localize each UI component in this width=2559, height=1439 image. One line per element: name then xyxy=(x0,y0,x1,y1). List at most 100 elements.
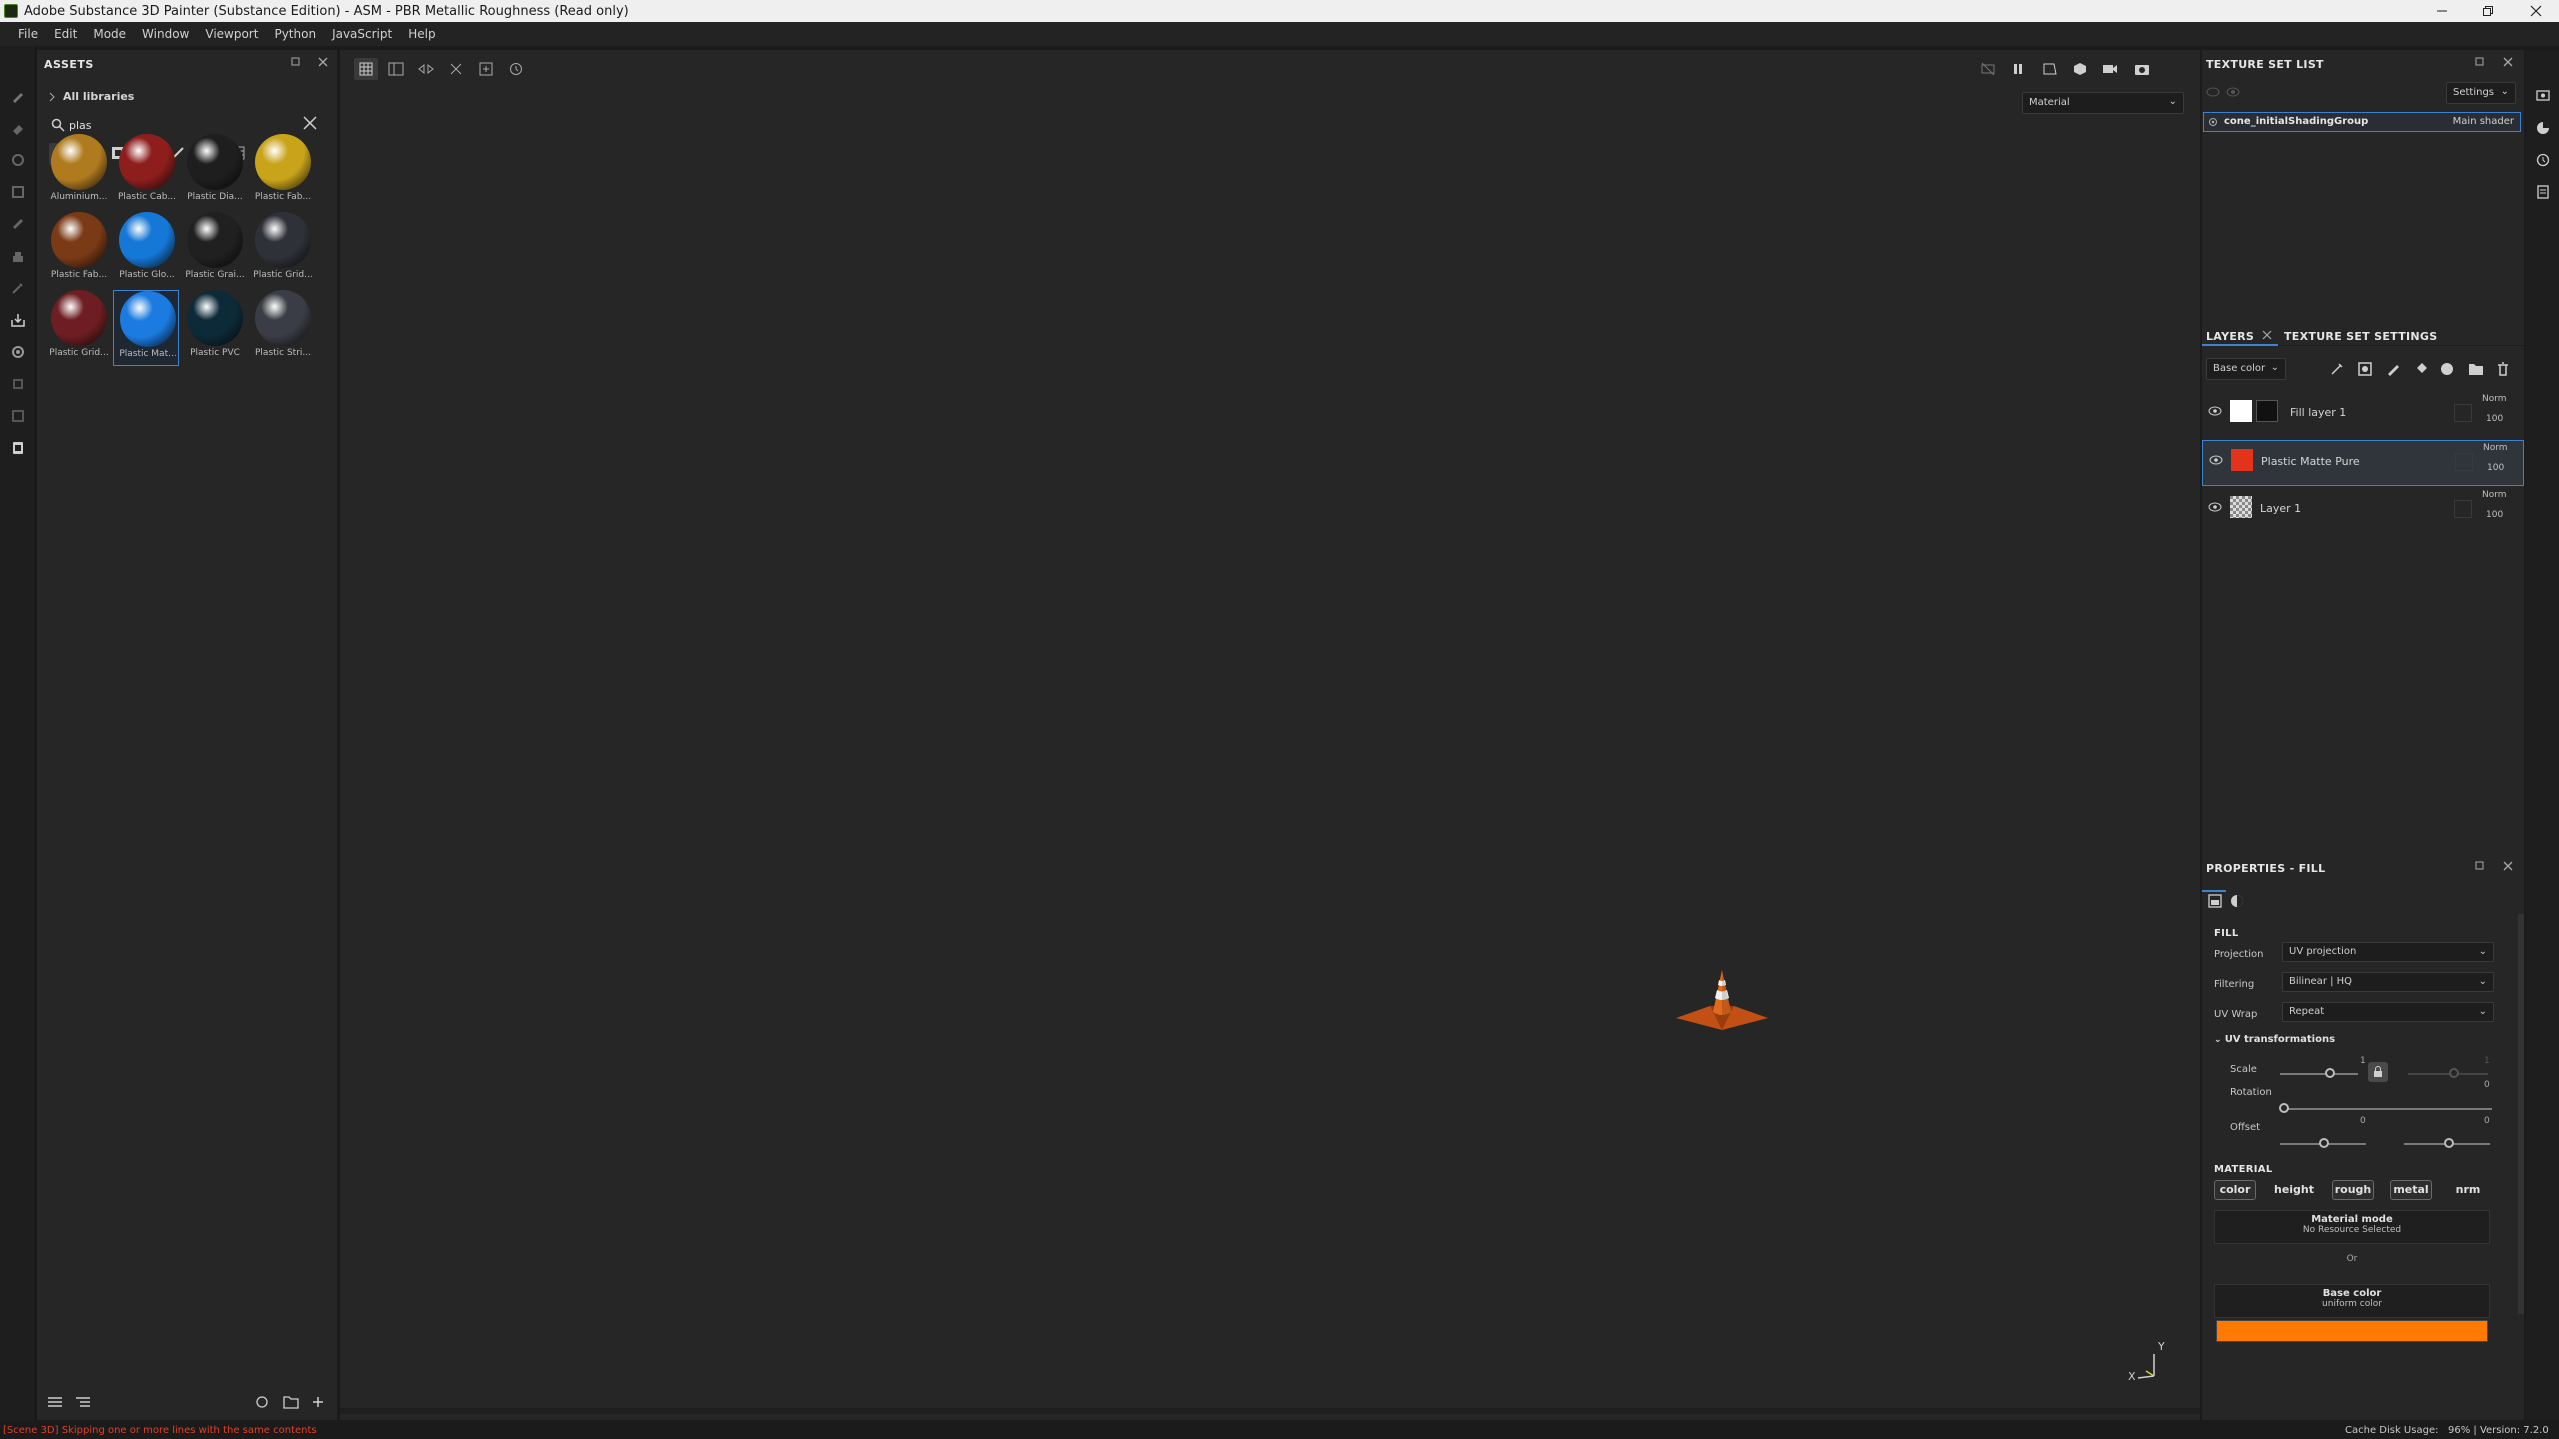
asset-thumbnail[interactable]: Plastic Fab... xyxy=(249,134,315,210)
close-icon[interactable] xyxy=(2514,0,2558,22)
layer-opacity[interactable]: 100 xyxy=(2487,463,2504,473)
layer-mask-slot[interactable] xyxy=(2454,404,2472,422)
layer-row[interactable]: Plastic Matte Pure Norm 100 xyxy=(2202,440,2524,486)
menu-edit[interactable]: Edit xyxy=(46,22,85,46)
frame-icon[interactable] xyxy=(474,58,498,80)
scale-slider-handle[interactable] xyxy=(2325,1068,2335,1078)
add-effect-icon[interactable] xyxy=(2330,362,2344,376)
pause-icon[interactable] xyxy=(2006,58,2030,80)
offset-v-slider-handle[interactable] xyxy=(2444,1138,2454,1148)
uv-transformations-toggle[interactable]: ⌄ UV transformations xyxy=(2214,1034,2335,1045)
render-icon[interactable] xyxy=(2068,58,2092,80)
eye-icon[interactable] xyxy=(2208,117,2218,127)
channel-nrm-button[interactable]: nrm xyxy=(2448,1180,2488,1200)
layer-mask-slot[interactable] xyxy=(2455,453,2473,471)
smudge-icon[interactable] xyxy=(8,214,28,234)
new-smart-icon[interactable] xyxy=(255,1395,269,1409)
asset-thumbnail[interactable]: Plastic Mat... xyxy=(113,290,179,366)
menu-mode[interactable]: Mode xyxy=(85,22,134,46)
asset-thumbnail[interactable]: Plastic Dia... xyxy=(181,134,247,210)
viewport-mode-dropdown[interactable]: Material ⌄ xyxy=(2022,92,2184,114)
layer-row[interactable]: Fill layer 1 Norm 100 xyxy=(2202,392,2524,438)
align-icon[interactable] xyxy=(444,58,468,80)
menu-viewport[interactable]: Viewport xyxy=(197,22,266,46)
clipboard-icon[interactable] xyxy=(8,438,28,458)
rotation-slider[interactable] xyxy=(2280,1108,2492,1110)
layer-opacity[interactable]: 100 xyxy=(2486,414,2503,424)
asset-thumbnail[interactable]: Plastic Cab... xyxy=(113,134,179,210)
asset-thumbnail[interactable]: Plastic Grai... xyxy=(181,212,247,288)
search-input[interactable]: plas xyxy=(69,116,269,134)
layer-mask-slot[interactable] xyxy=(2454,500,2472,518)
clear-search-icon[interactable] xyxy=(303,116,317,130)
color-picker-icon[interactable] xyxy=(8,278,28,298)
scale-slider[interactable] xyxy=(2280,1073,2358,1075)
channel-height-button[interactable]: height xyxy=(2270,1180,2318,1200)
asset-thumbnail[interactable]: Plastic Glo... xyxy=(113,212,179,288)
clone-icon[interactable] xyxy=(8,246,28,266)
scale-slider-secondary[interactable] xyxy=(2408,1073,2488,1075)
material-mode-box[interactable]: Material mode No Resource Selected xyxy=(2214,1210,2490,1244)
history-icon[interactable] xyxy=(2533,150,2553,170)
visibility-eye-icon[interactable] xyxy=(2208,406,2222,416)
log-icon[interactable] xyxy=(2533,182,2553,202)
shader-settings-icon[interactable] xyxy=(2533,118,2553,138)
paint-brush-icon[interactable] xyxy=(8,86,28,106)
history-icon[interactable] xyxy=(504,58,528,80)
folder-icon[interactable] xyxy=(283,1395,299,1409)
properties-scrollbar[interactable] xyxy=(2518,914,2524,1314)
visibility-eye-icon[interactable] xyxy=(2208,502,2222,512)
minimize-icon[interactable] xyxy=(2420,0,2464,22)
rotation-slider-handle[interactable] xyxy=(2279,1103,2289,1113)
symmetry-icon[interactable] xyxy=(414,58,438,80)
hide-overlay-icon[interactable] xyxy=(1976,58,2000,80)
visibility-eye-icon[interactable] xyxy=(2209,455,2223,465)
float-panel-icon[interactable] xyxy=(2474,860,2486,872)
add-folder-icon[interactable] xyxy=(2468,362,2484,376)
projection-dropdown[interactable]: UV projection ⌄ xyxy=(2282,942,2494,962)
channel-color-button[interactable]: color xyxy=(2214,1180,2256,1200)
viewport-layout-icon[interactable] xyxy=(384,58,408,80)
menu-python[interactable]: Python xyxy=(266,22,324,46)
layer-row[interactable]: Layer 1 Norm 100 xyxy=(2202,488,2524,534)
bake-icon[interactable] xyxy=(8,310,28,330)
settings-gear-icon[interactable] xyxy=(8,342,28,362)
viewport-scrollbar[interactable] xyxy=(340,1408,2200,1414)
polygon-fill-icon[interactable] xyxy=(8,182,28,202)
eraser-icon[interactable] xyxy=(8,118,28,138)
viewport-3d[interactable]: Material ⌄ Y X xyxy=(340,50,2200,1420)
add-paint-layer-icon[interactable] xyxy=(2386,362,2400,376)
display-settings-icon[interactable] xyxy=(2533,86,2553,106)
blend-mode[interactable]: Norm xyxy=(2482,394,2507,404)
blend-mode[interactable]: Norm xyxy=(2482,490,2507,500)
close-panel-icon[interactable] xyxy=(317,56,329,68)
float-panel-icon[interactable] xyxy=(2474,56,2486,68)
add-icon[interactable] xyxy=(311,1395,325,1409)
stack-icon[interactable] xyxy=(8,374,28,394)
add-mask-icon[interactable] xyxy=(2358,362,2372,376)
close-panel-icon[interactable] xyxy=(2502,860,2514,872)
add-smart-icon[interactable] xyxy=(2440,362,2454,376)
menu-help[interactable]: Help xyxy=(400,22,443,46)
close-tab-icon[interactable] xyxy=(2262,330,2272,340)
export-icon[interactable] xyxy=(8,406,28,426)
lock-icon[interactable] xyxy=(2368,1062,2388,1082)
asset-thumbnail[interactable]: Plastic Stri... xyxy=(249,290,315,366)
menu-javascript[interactable]: JavaScript xyxy=(324,22,400,46)
asset-thumbnail[interactable]: Aluminium... xyxy=(45,134,111,210)
view-mode-icon[interactable] xyxy=(2038,58,2062,80)
channel-dropdown[interactable]: Base color ⌄ xyxy=(2206,358,2286,380)
channel-rough-button[interactable]: rough xyxy=(2332,1180,2374,1200)
solo-icon[interactable] xyxy=(2226,86,2240,98)
list-view-icon[interactable] xyxy=(47,1395,63,1409)
properties-tab-icon[interactable] xyxy=(2208,894,2222,908)
scale-slider-secondary-handle[interactable] xyxy=(2449,1068,2459,1078)
base-color-swatch[interactable] xyxy=(2216,1320,2488,1342)
menu-window[interactable]: Window xyxy=(134,22,197,46)
detail-view-icon[interactable] xyxy=(75,1395,91,1409)
tab-layers[interactable]: LAYERS xyxy=(2206,330,2254,343)
delete-layer-icon[interactable] xyxy=(2496,362,2510,376)
menu-file[interactable]: File xyxy=(10,22,46,46)
asset-thumbnail[interactable]: Plastic PVC xyxy=(181,290,247,366)
material-tab-icon[interactable] xyxy=(2230,894,2244,908)
